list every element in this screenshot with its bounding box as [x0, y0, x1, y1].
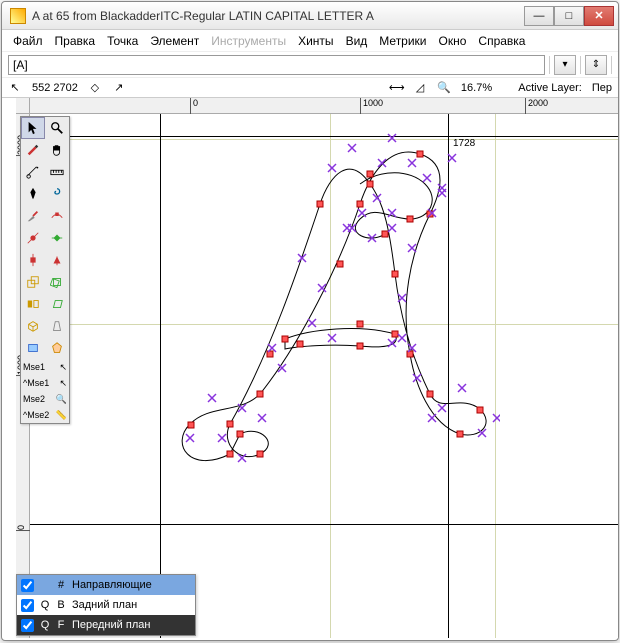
layer-fore-row[interactable]: Q F Передний план	[17, 615, 195, 635]
ruler-horizontal: 0 1000 2000	[30, 98, 618, 114]
menu-edit[interactable]: Правка	[50, 32, 101, 50]
mouse-label-1: Mse1	[23, 362, 59, 372]
width-icon: ⟷	[389, 81, 403, 95]
tool-magnify[interactable]	[45, 117, 69, 139]
rv-tick-0: 0	[16, 524, 30, 531]
tool-hvcurve[interactable]	[45, 227, 69, 249]
layer-key-q: Q	[40, 599, 50, 611]
zoom-icon: 🔍	[437, 81, 451, 95]
menu-metrics[interactable]: Метрики	[374, 32, 431, 50]
rh-tick-0: 0	[190, 98, 198, 114]
menu-view[interactable]: Вид	[341, 32, 373, 50]
layer-fore-check[interactable]	[21, 619, 34, 632]
layer-back-row[interactable]: Q B Задний план	[17, 595, 195, 615]
point-icon: ◇	[88, 81, 102, 95]
tool-scale[interactable]	[21, 271, 45, 293]
menu-tools: Инструменты	[206, 32, 291, 50]
main-area: 0 1000 2000 0 1000 2000 1728	[2, 98, 618, 638]
mouse-label-2: Mse2	[23, 394, 56, 404]
pointer-icon: ↖	[59, 378, 67, 389]
tool-addpoint[interactable]	[45, 205, 69, 227]
menu-point[interactable]: Точка	[102, 32, 143, 50]
window-title: A at 65 from BlackadderITC-Regular LATIN…	[32, 9, 524, 23]
tool-spiro[interactable]	[45, 183, 69, 205]
menu-window[interactable]: Окно	[434, 32, 472, 50]
status-bar: ↖ 552 2702 ◇ ↗ ⟷ ◿ 🔍 16.7% Active Layer:…	[2, 78, 618, 98]
ctrl-point-icon: ↗	[112, 81, 126, 95]
tool-rect[interactable]	[21, 337, 45, 359]
close-button[interactable]: ✕	[584, 6, 614, 26]
active-layer-label: Active Layer:	[518, 82, 582, 94]
layer-key-b: B	[56, 599, 66, 611]
layer-key-q: Q	[40, 619, 50, 631]
menu-element[interactable]: Элемент	[145, 32, 204, 50]
menu-help[interactable]: Справка	[473, 32, 530, 50]
menu-hints[interactable]: Хинты	[293, 32, 338, 50]
tool-freehand[interactable]	[21, 139, 45, 161]
tool-cut[interactable]	[21, 161, 45, 183]
menu-file[interactable]: Файл	[8, 32, 48, 50]
active-layer-value: Пер	[592, 82, 612, 94]
maximize-button[interactable]: □	[554, 6, 584, 26]
mouse-label-1b: ^Mse1	[23, 378, 59, 388]
tool-poly[interactable]	[45, 337, 69, 359]
zoom-value: 16.7%	[461, 82, 492, 94]
rh-tick-2000: 2000	[525, 98, 548, 114]
layer-panel: # Направляющие Q B Задний план Q F Перед…	[16, 574, 196, 636]
ruler-corner	[16, 98, 30, 114]
glyph-input[interactable]	[8, 55, 545, 75]
nudge-button[interactable]: ⇕	[585, 55, 607, 75]
cursor-icon: ↖	[8, 81, 22, 95]
layer-guides-row[interactable]: # Направляющие	[17, 575, 195, 595]
app-icon	[10, 8, 26, 24]
pointer-icon: ↖	[59, 362, 67, 373]
tool-tangent[interactable]	[45, 249, 69, 271]
tool-flip[interactable]	[21, 293, 45, 315]
mouse-label-2b: ^Mse2	[23, 410, 56, 420]
layer-guides-check[interactable]	[21, 579, 34, 592]
tool-3drotate[interactable]	[21, 315, 45, 337]
tool-ruler[interactable]	[45, 161, 69, 183]
layer-back-check[interactable]	[21, 599, 34, 612]
layer-key-f: F	[56, 619, 66, 631]
magnify-icon: 🔍	[56, 394, 67, 405]
layer-guides-hash: #	[56, 579, 66, 591]
tool-pointer[interactable]	[21, 117, 45, 139]
cursor-coords: 552 2702	[32, 82, 78, 94]
tool-perspective[interactable]	[45, 315, 69, 337]
tool-hand[interactable]	[45, 139, 69, 161]
ruler-icon: 📏	[56, 410, 67, 421]
dropdown-button[interactable]: ▾	[554, 55, 576, 75]
tool-pen[interactable]	[21, 183, 45, 205]
title-bar: A at 65 from BlackadderITC-Regular LATIN…	[2, 2, 618, 30]
glyph-canvas[interactable]: 1728	[30, 114, 618, 638]
layer-fore-label: Передний план	[72, 619, 150, 631]
minimize-button[interactable]: —	[524, 6, 554, 26]
tool-rotate[interactable]	[45, 271, 69, 293]
menu-bar: Файл Правка Точка Элемент Инструменты Хи…	[2, 30, 618, 52]
angle-icon: ◿	[413, 81, 427, 95]
glyph-input-row: ▾ ⇕	[2, 52, 618, 78]
layer-guides-label: Направляющие	[72, 579, 152, 591]
tool-knife[interactable]	[21, 205, 45, 227]
tool-corner[interactable]	[21, 249, 45, 271]
glyph-outline[interactable]	[160, 124, 500, 504]
tool-skew[interactable]	[45, 293, 69, 315]
rh-tick-1000: 1000	[360, 98, 383, 114]
tool-curve[interactable]	[21, 227, 45, 249]
toolbox: Mse1↖ ^Mse1↖ Mse2🔍 ^Mse2📏	[20, 116, 70, 424]
layer-back-label: Задний план	[72, 599, 137, 611]
